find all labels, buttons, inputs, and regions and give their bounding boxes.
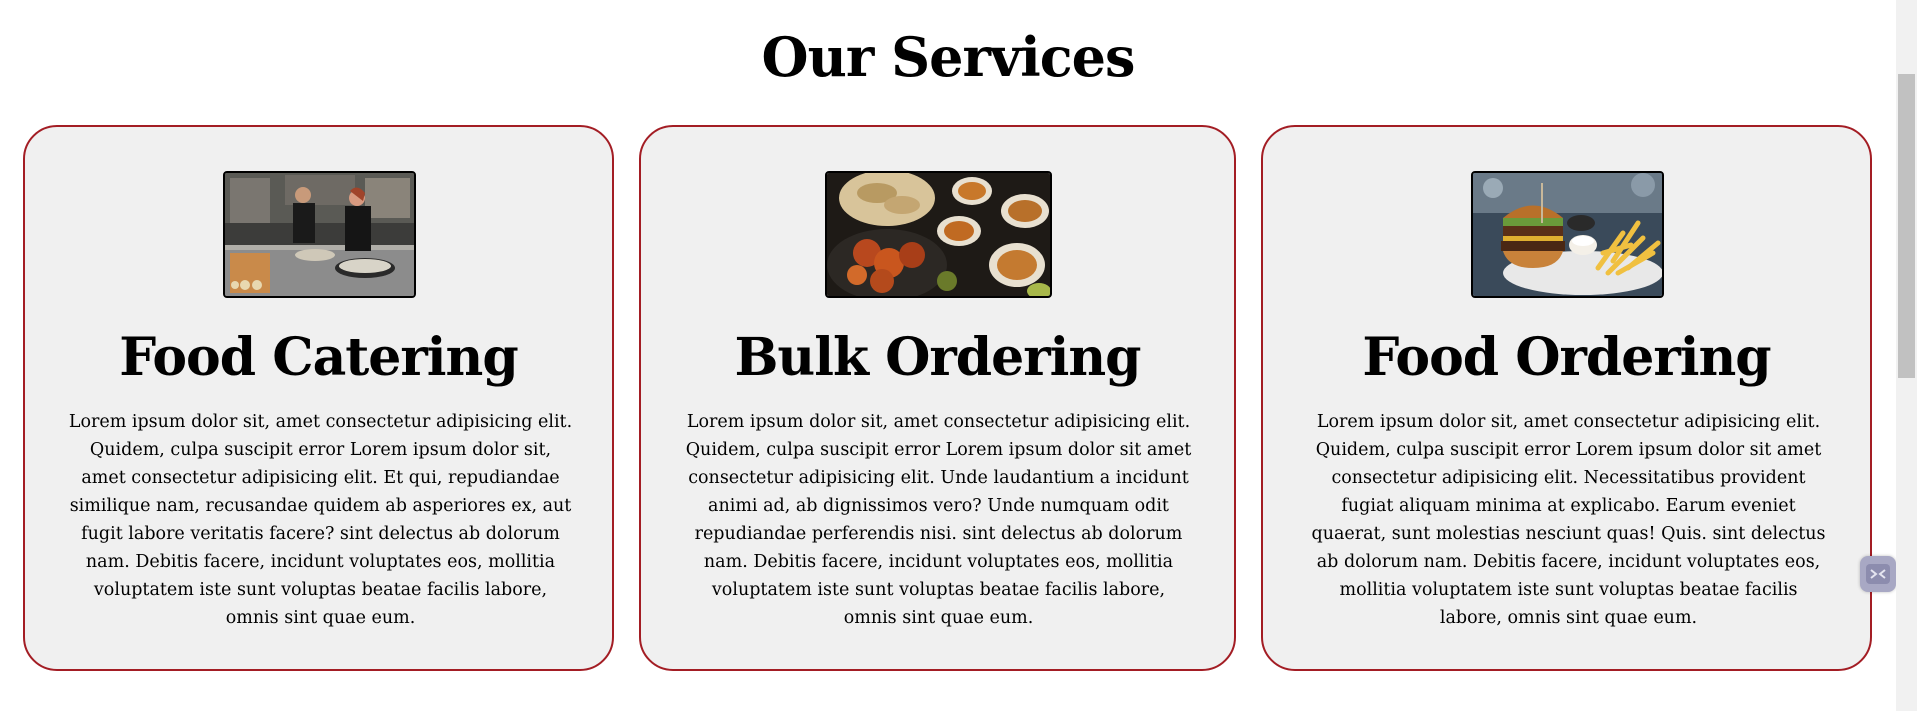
- section-title: Our Services: [761, 25, 1136, 89]
- service-description: Lorem ipsum dolor sit, amet consectetur …: [685, 412, 1192, 628]
- service-title: Food Catering: [119, 327, 518, 388]
- chat-widget-icon[interactable]: [1860, 556, 1896, 592]
- service-description: Lorem ipsum dolor sit, amet consectetur …: [68, 412, 573, 628]
- scrollbar-thumb[interactable]: [1898, 74, 1915, 378]
- service-card-food-ordering: Food Ordering Lorem ipsum dolor sit, ame…: [1261, 125, 1872, 671]
- service-image-catering: [223, 171, 416, 298]
- service-image-bulk: [825, 171, 1052, 298]
- service-card-bulk-ordering: Bulk Ordering Lorem ipsum dolor sit, ame…: [639, 125, 1236, 671]
- service-title: Bulk Ordering: [734, 327, 1141, 388]
- service-image-ordering: [1471, 171, 1664, 298]
- service-title: Food Ordering: [1362, 327, 1771, 388]
- vertical-scrollbar[interactable]: [1896, 0, 1917, 711]
- service-card-food-catering: Food Catering Lorem ipsum dolor sit, ame…: [23, 125, 614, 671]
- services-page: Our Services Food Catering Lorem ipsum d…: [0, 0, 1896, 711]
- service-description: Lorem ipsum dolor sit, amet consectetur …: [1311, 412, 1826, 628]
